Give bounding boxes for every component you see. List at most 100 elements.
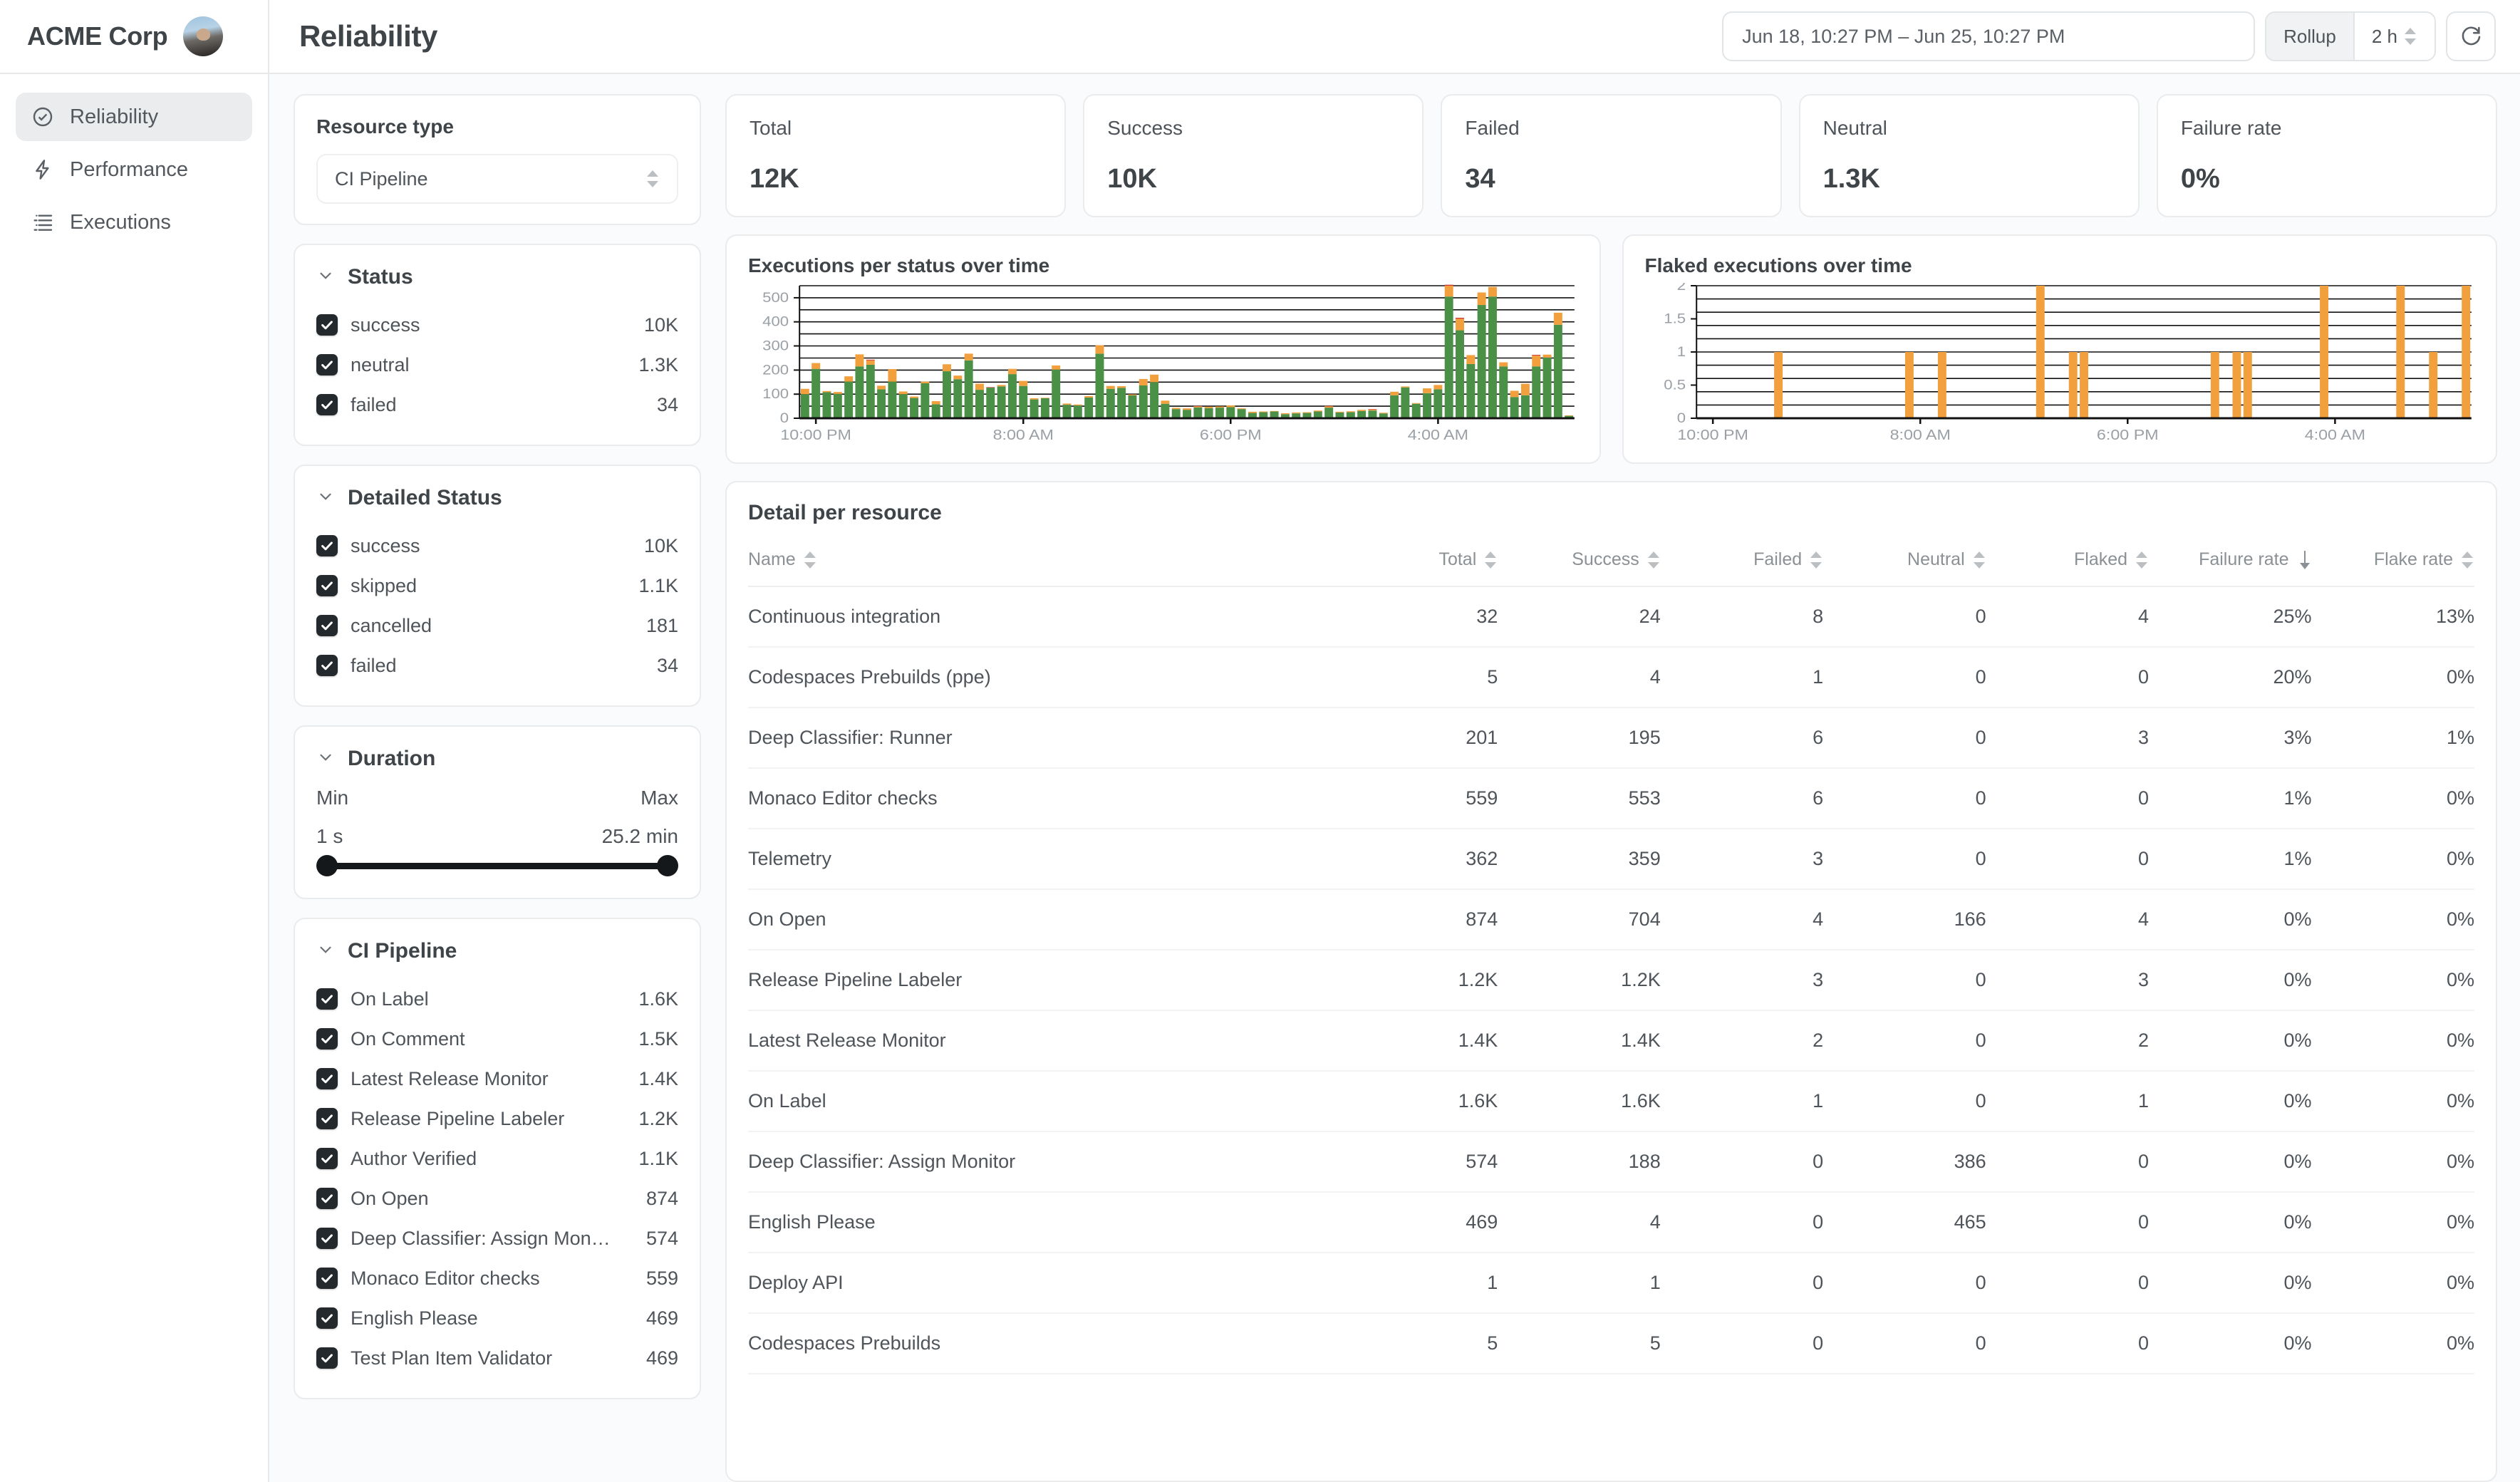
checkbox-icon[interactable] <box>316 1188 338 1209</box>
cell-failed: 2 <box>1661 1010 1823 1071</box>
column-header-failed[interactable]: Failed <box>1661 549 1823 586</box>
refresh-button[interactable] <box>2446 11 2496 61</box>
sidebar: ACME Corp Reliability Performance Exe <box>0 0 269 1482</box>
filter-row[interactable]: Monaco Editor checks559 <box>316 1258 678 1298</box>
filter-row[interactable]: Latest Release Monitor1.4K <box>316 1059 678 1099</box>
filter-count: 469 <box>636 1347 678 1369</box>
svg-text:2: 2 <box>1676 283 1685 294</box>
cell-success: 1.4K <box>1498 1010 1660 1071</box>
checkbox-icon[interactable] <box>316 535 338 556</box>
table-row[interactable]: Release Pipeline Labeler1.2K1.2K3030%0% <box>748 950 2474 1010</box>
column-header-flake-rate[interactable]: Flake rate <box>2312 549 2474 586</box>
slider-handle-max[interactable] <box>657 855 678 876</box>
filter-row[interactable]: On Label1.6K <box>316 979 678 1019</box>
table-row[interactable]: On Label1.6K1.6K1010%0% <box>748 1071 2474 1131</box>
column-header-neutral[interactable]: Neutral <box>1823 549 1986 586</box>
avatar[interactable] <box>183 16 223 56</box>
checkbox-icon[interactable] <box>316 1228 338 1249</box>
table-row[interactable]: Deep Classifier: Assign Monitor574188038… <box>748 1131 2474 1192</box>
filter-row[interactable]: neutral 1.3K <box>316 345 678 385</box>
ci-pipeline-panel-toggle[interactable]: CI Pipeline <box>316 939 678 963</box>
table-row[interactable]: English Please4694046500%0% <box>748 1192 2474 1253</box>
body-area: Resource type CI Pipeline Status <box>269 74 2520 1482</box>
slider-handle-min[interactable] <box>316 855 338 876</box>
status-panel-toggle[interactable]: Status <box>316 265 678 289</box>
svg-text:0: 0 <box>1676 410 1685 425</box>
filter-row[interactable]: cancelled 181 <box>316 606 678 646</box>
checkbox-icon[interactable] <box>316 615 338 636</box>
kpi-card-failed: Failed 34 <box>1441 94 1781 217</box>
sidebar-item-executions[interactable]: Executions <box>16 198 252 247</box>
column-header-total[interactable]: Total <box>1335 549 1498 586</box>
checkbox-icon[interactable] <box>316 1028 338 1050</box>
table-row[interactable]: Codespaces Prebuilds550000%0% <box>748 1313 2474 1374</box>
duration-panel-toggle[interactable]: Duration <box>316 747 678 771</box>
page-title: Reliability <box>299 19 437 53</box>
sort-toggle-icon <box>1810 551 1823 569</box>
sidebar-item-reliability[interactable]: Reliability <box>16 93 252 141</box>
filter-row[interactable]: success 10K <box>316 526 678 566</box>
checkbox-icon[interactable] <box>316 575 338 596</box>
duration-range-slider[interactable] <box>316 854 678 878</box>
column-header-name[interactable]: Name <box>748 549 1335 586</box>
checkbox-icon[interactable] <box>316 988 338 1010</box>
cell-flake-rate: 0% <box>2312 1313 2474 1374</box>
detailed-status-panel-toggle[interactable]: Detailed Status <box>316 486 678 510</box>
filter-row[interactable]: Test Plan Item Validator469 <box>316 1338 678 1378</box>
filter-row[interactable]: On Comment1.5K <box>316 1019 678 1059</box>
filter-row[interactable]: English Please469 <box>316 1298 678 1338</box>
sidebar-item-performance[interactable]: Performance <box>16 145 252 194</box>
filter-label: failed <box>351 655 397 677</box>
cell-total: 1.6K <box>1335 1071 1498 1131</box>
rollup-label: Rollup <box>2266 13 2355 60</box>
kpi-label: Total <box>750 117 1042 140</box>
checkbox-icon[interactable] <box>316 1347 338 1369</box>
checkbox-icon[interactable] <box>316 1307 338 1329</box>
checkbox-icon[interactable] <box>316 1268 338 1289</box>
sidebar-item-label: Executions <box>70 211 171 234</box>
filter-row[interactable]: On Open874 <box>316 1178 678 1218</box>
table-row[interactable]: Deploy API110000%0% <box>748 1253 2474 1313</box>
filter-row[interactable]: skipped 1.1K <box>316 566 678 606</box>
table-row[interactable]: Continuous integration322480425%13% <box>748 586 2474 647</box>
chevron-down-icon <box>316 266 335 289</box>
column-header-flaked[interactable]: Flaked <box>1986 549 2149 586</box>
date-range-picker[interactable]: Jun 18, 10:27 PM – Jun 25, 10:27 PM <box>1722 11 2255 61</box>
checkbox-icon[interactable] <box>316 1068 338 1089</box>
sort-toggle-icon <box>1974 551 1986 569</box>
cell-success: 5 <box>1498 1313 1660 1374</box>
filter-row[interactable]: Author Verified1.1K <box>316 1139 678 1178</box>
filter-row[interactable]: Release Pipeline Labeler1.2K <box>316 1099 678 1139</box>
checkbox-icon[interactable] <box>316 354 338 375</box>
filter-row[interactable]: success 10K <box>316 305 678 345</box>
cell-name: Telemetry <box>748 829 1335 889</box>
chevron-down-icon <box>316 940 335 963</box>
cell-name: Deploy API <box>748 1253 1335 1313</box>
table-row[interactable]: Latest Release Monitor1.4K1.4K2020%0% <box>748 1010 2474 1071</box>
rollup-control[interactable]: Rollup 2 h <box>2265 11 2436 61</box>
table-row[interactable]: Monaco Editor checks5595536001%0% <box>748 768 2474 829</box>
filter-label: Author Verified <box>351 1148 477 1170</box>
resource-type-select[interactable]: CI Pipeline <box>316 154 678 204</box>
checkbox-icon[interactable] <box>316 1108 338 1129</box>
checkbox-icon[interactable] <box>316 314 338 336</box>
table-row[interactable]: On Open874704416640%0% <box>748 889 2474 950</box>
chart-title: Executions per status over time <box>748 254 1578 277</box>
checkbox-icon[interactable] <box>316 1148 338 1169</box>
table-row[interactable]: Codespaces Prebuilds (ppe)5410020%0% <box>748 647 2474 708</box>
svg-text:6:00 PM: 6:00 PM <box>1200 427 1262 443</box>
column-header-success[interactable]: Success <box>1498 549 1660 586</box>
checkbox-icon[interactable] <box>316 394 338 415</box>
table-row[interactable]: Telemetry3623593001%0% <box>748 829 2474 889</box>
table-row[interactable]: Deep Classifier: Runner2011956033%1% <box>748 708 2474 768</box>
cell-failed: 0 <box>1661 1313 1823 1374</box>
check-circle-icon <box>31 105 54 128</box>
brand-header[interactable]: ACME Corp <box>0 0 268 74</box>
checkbox-icon[interactable] <box>316 655 338 676</box>
filter-row[interactable]: Deep Classifier: Assign Mon…574 <box>316 1218 678 1258</box>
filter-row[interactable]: failed 34 <box>316 646 678 685</box>
column-header-failure-rate[interactable]: Failure rate <box>2149 549 2311 586</box>
sidebar-item-label: Performance <box>70 158 188 182</box>
rollup-select[interactable]: 2 h <box>2355 13 2435 60</box>
filter-row[interactable]: failed 34 <box>316 385 678 425</box>
